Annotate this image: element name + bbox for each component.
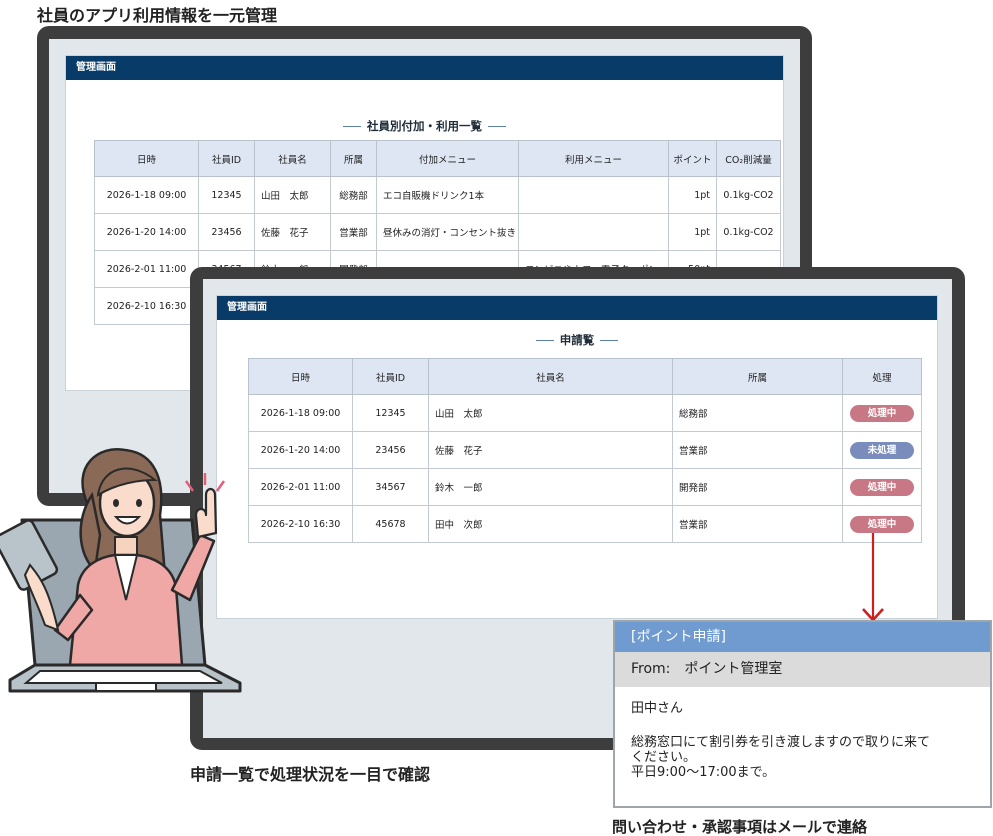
request-table-header: 日時 社員ID 社員名 所属 処理 <box>248 358 922 395</box>
cell-used-menu <box>518 176 669 214</box>
mail-body-line: ください。 <box>631 750 697 765</box>
column-header[interactable]: 処理 <box>842 358 922 395</box>
column-header[interactable]: 社員名 <box>254 140 331 177</box>
window-title-bar: 管理画面 <box>66 56 783 80</box>
cell-department: 総務部 <box>330 176 377 214</box>
cell-datetime: 2026-1-18 09:00 <box>94 176 199 214</box>
request-list-title-text: 申請覧 <box>559 333 595 347</box>
cell-datetime: 2026-2-01 11:00 <box>248 468 353 506</box>
cell-added-menu: エコ自販機ドリンク1本 <box>376 176 519 214</box>
column-header[interactable]: 社員ID <box>352 358 429 395</box>
cell-employee-id: 34567 <box>352 468 429 506</box>
usage-list-title-text: 社員別付加・利用一覧 <box>367 119 482 133</box>
title-dash-right <box>600 340 619 341</box>
table-row[interactable]: 2026-1-18 09:00 12345 山田 太郎 総務部 処理中 <box>248 394 922 432</box>
title-dash-left <box>535 340 554 341</box>
title-dash-right <box>488 126 506 127</box>
cell-datetime: 2026-2-10 16:30 <box>94 287 199 325</box>
title-dash-left <box>343 126 361 127</box>
column-header[interactable]: 付加メニュー <box>376 140 519 177</box>
cell-points: 1pt <box>668 176 717 214</box>
cell-datetime: 2026-1-20 14:00 <box>248 431 353 469</box>
window-title-bar: 管理画面 <box>217 296 937 320</box>
cell-employee-id: 12345 <box>198 176 255 214</box>
cell-points: 1pt <box>668 213 717 251</box>
cell-employee-id: 23456 <box>352 431 429 469</box>
cell-status: 未処理 <box>842 431 922 469</box>
cell-co2: 0.1kg-CO2 <box>716 176 781 214</box>
cell-employee-id: 12345 <box>352 394 429 432</box>
cell-co2: 0.1kg-CO2 <box>716 213 781 251</box>
cell-department: 営業部 <box>330 213 377 251</box>
cell-employee-name: 鈴木 一郎 <box>428 468 673 506</box>
cell-added-menu: 昼休みの消灯・コンセント抜き <box>376 213 519 251</box>
cell-employee-name: 山田 太郎 <box>254 176 331 214</box>
cell-employee-name: 田中 次郎 <box>428 505 673 543</box>
cell-datetime: 2026-2-01 11:00 <box>94 250 199 288</box>
column-header[interactable]: ポイント <box>668 140 717 177</box>
cell-department: 営業部 <box>672 431 843 469</box>
column-header[interactable]: 社員ID <box>198 140 255 177</box>
cell-employee-name: 佐藤 花子 <box>428 431 673 469</box>
mail-notification[interactable]: [ポイント申請] From: ポイント管理室 田中さん 総務窓口にて割引券を引き… <box>613 620 992 808</box>
cell-datetime: 2026-1-20 14:00 <box>94 213 199 251</box>
cell-department: 営業部 <box>672 505 843 543</box>
cell-department: 開発部 <box>672 468 843 506</box>
cell-employee-id: 23456 <box>198 213 255 251</box>
request-table: 日時 社員ID 社員名 所属 処理 2026-1-18 09:00 12345 … <box>248 358 922 543</box>
caption-middle: 申請一覧で処理状況を一目で確認 <box>190 765 431 784</box>
status-badge[interactable]: 処理中 <box>850 404 914 422</box>
column-header[interactable]: 日時 <box>248 358 353 395</box>
column-header[interactable]: 日時 <box>94 140 199 177</box>
mail-body: 田中さん 総務窓口にて割引券を引き渡しますので取りに来て ください。 平日9:0… <box>615 687 990 780</box>
caption-top: 社員のアプリ利用情報を一元管理 <box>37 6 278 25</box>
request-list-title: 申請覧 <box>217 332 937 348</box>
cell-datetime: 2026-2-10 16:30 <box>248 505 353 543</box>
status-badge[interactable]: 未処理 <box>850 441 914 459</box>
mail-from: From: ポイント管理室 <box>615 652 990 687</box>
cell-department: 総務部 <box>672 394 843 432</box>
column-header[interactable]: CO₂削減量 <box>716 140 781 177</box>
usage-list-title: 社員別付加・利用一覧 <box>66 118 783 134</box>
column-header[interactable]: 社員名 <box>428 358 673 395</box>
cell-status: 処理中 <box>842 468 922 506</box>
column-header[interactable]: 所属 <box>330 140 377 177</box>
cell-employee-id: 45678 <box>352 505 429 543</box>
arrow-down-icon <box>862 533 884 622</box>
mail-recipient: 田中さん <box>631 701 684 716</box>
table-row[interactable]: 2026-1-20 14:00 23456 佐藤 花子 営業部 昼休みの消灯・コ… <box>94 213 781 251</box>
mail-body-line: 総務窓口にて割引券を引き渡しますので取りに来て <box>631 735 931 750</box>
mail-subject: [ポイント申請] <box>615 622 990 652</box>
cell-status: 処理中 <box>842 394 922 432</box>
usage-table-header: 日時 社員ID 社員名 所属 付加メニュー 利用メニュー ポイント CO₂削減量 <box>94 140 781 177</box>
person-laptop-illustration <box>0 448 242 693</box>
table-row[interactable]: 2026-2-10 16:30 45678 田中 次郎 営業部 処理中 <box>248 505 922 543</box>
column-header[interactable]: 所属 <box>672 358 843 395</box>
cell-datetime: 2026-1-18 09:00 <box>248 394 353 432</box>
cell-employee-name: 山田 太郎 <box>428 394 673 432</box>
column-header[interactable]: 利用メニュー <box>518 140 669 177</box>
status-badge[interactable]: 処理中 <box>850 478 914 496</box>
caption-bottom: 問い合わせ・承認事項はメールで連絡 <box>612 818 868 836</box>
table-row[interactable]: 2026-2-01 11:00 34567 鈴木 一郎 開発部 処理中 <box>248 468 922 506</box>
mail-body-line: 平日9:00〜17:00まで。 <box>631 765 776 780</box>
cell-used-menu <box>518 213 669 251</box>
request-window: 管理画面 申請覧 日時 社員ID 社員名 所属 処理 2026-1-18 09:… <box>216 295 938 619</box>
table-row[interactable]: 2026-1-20 14:00 23456 佐藤 花子 営業部 未処理 <box>248 431 922 469</box>
cell-employee-name: 佐藤 花子 <box>254 213 331 251</box>
table-row[interactable]: 2026-1-18 09:00 12345 山田 太郎 総務部 エコ自販機ドリン… <box>94 176 781 214</box>
status-badge[interactable]: 処理中 <box>850 515 914 533</box>
